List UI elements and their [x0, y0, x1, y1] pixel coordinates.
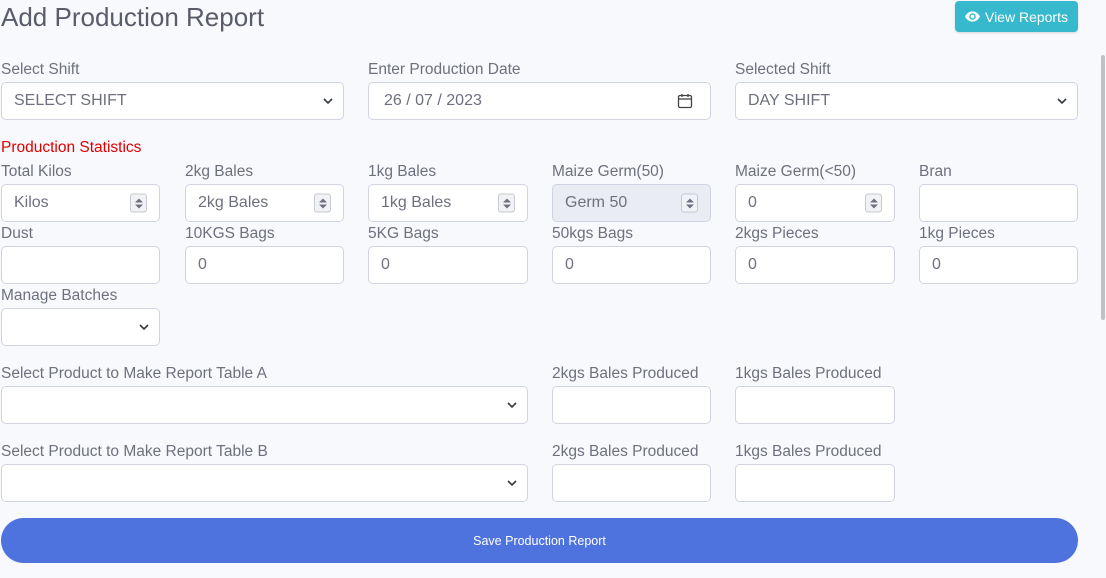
bags-5kg-label: 5KG Bags: [368, 225, 439, 242]
bags-50kg-input[interactable]: 0: [552, 246, 711, 284]
chevron-down-icon: [139, 324, 149, 331]
bags-5kg-input[interactable]: 0: [368, 246, 528, 284]
number-spinner-icon[interactable]: [498, 193, 515, 213]
manage-batches-label: Manage Batches: [1, 287, 118, 304]
maize-germ-50-label: Maize Germ(50): [552, 163, 664, 180]
select-shift-value: SELECT SHIFT: [14, 92, 127, 109]
table-a-product-label: Select Product to Make Report Table A: [1, 365, 267, 382]
chevron-down-icon: [507, 402, 517, 409]
chevron-down-icon: [507, 480, 517, 487]
table-b-2kgs-bales-label: 2kgs Bales Produced: [552, 443, 699, 460]
bran-label: Bran: [919, 163, 952, 180]
maize-germ-lt50-label: Maize Germ(<50): [735, 163, 857, 180]
bales-2kg-input[interactable]: 2kg Bales: [185, 184, 344, 222]
bales-2kg-placeholder: 2kg Bales: [198, 194, 269, 211]
total-kilos-label: Total Kilos: [1, 163, 72, 180]
selected-shift-dropdown[interactable]: DAY SHIFT: [735, 82, 1078, 120]
dust-input[interactable]: [1, 246, 160, 284]
number-spinner-icon[interactable]: [865, 193, 882, 213]
number-spinner-icon[interactable]: [130, 193, 147, 213]
pieces-2kg-input[interactable]: 0: [735, 246, 895, 284]
number-spinner-icon[interactable]: [314, 193, 331, 213]
bags-50kg-value: 0: [565, 256, 574, 273]
maize-germ-50-input[interactable]: Germ 50: [552, 184, 711, 222]
bran-input[interactable]: [919, 184, 1078, 222]
select-shift-label: Select Shift: [1, 61, 80, 78]
table-b-1kgs-bales-label: 1kgs Bales Produced: [735, 443, 882, 460]
table-b-1kgs-bales-input[interactable]: [735, 464, 895, 502]
bales-1kg-placeholder: 1kg Bales: [381, 194, 452, 211]
calendar-icon[interactable]: [677, 93, 693, 109]
table-b-product-dropdown[interactable]: [1, 464, 528, 502]
save-production-report-label: Save Production Report: [473, 533, 606, 548]
view-reports-label: View Reports: [984, 8, 1068, 25]
dust-label: Dust: [1, 225, 33, 242]
total-kilos-placeholder: Kilos: [14, 194, 49, 211]
bags-50kg-label: 50kgs Bags: [552, 225, 633, 242]
bags-10kg-label: 10KGS Bags: [185, 225, 275, 242]
table-a-product-dropdown[interactable]: [1, 386, 528, 424]
production-date-value: 26 / 07 / 2023: [384, 92, 482, 109]
manage-batches-dropdown[interactable]: [1, 308, 160, 346]
pieces-2kg-value: 0: [748, 256, 757, 273]
table-a-1kgs-bales-label: 1kgs Bales Produced: [735, 365, 882, 382]
page-title: Add Production Report: [1, 2, 265, 32]
production-date-label: Enter Production Date: [368, 61, 521, 78]
production-statistics-heading: Production Statistics: [1, 139, 142, 156]
bags-10kg-input[interactable]: 0: [185, 246, 344, 284]
number-spinner-icon[interactable]: [681, 193, 698, 213]
bags-5kg-value: 0: [381, 256, 390, 273]
production-date-input[interactable]: 26 / 07 / 2023: [368, 82, 711, 120]
table-b-2kgs-bales-input[interactable]: [552, 464, 711, 502]
bags-10kg-value: 0: [198, 256, 207, 273]
select-shift-dropdown[interactable]: SELECT SHIFT: [1, 82, 344, 120]
view-reports-button[interactable]: View Reports: [955, 1, 1078, 32]
table-a-2kgs-bales-input[interactable]: [552, 386, 711, 424]
maize-germ-50-placeholder: Germ 50: [565, 194, 628, 211]
table-b-product-label: Select Product to Make Report Table B: [1, 443, 268, 460]
pieces-1kg-value: 0: [932, 256, 941, 273]
table-a-1kgs-bales-input[interactable]: [735, 386, 895, 424]
pieces-2kg-label: 2kgs Pieces: [735, 225, 819, 242]
maize-germ-lt50-value: 0: [748, 194, 757, 211]
bales-1kg-input[interactable]: 1kg Bales: [368, 184, 528, 222]
total-kilos-input[interactable]: Kilos: [1, 184, 160, 222]
table-a-2kgs-bales-label: 2kgs Bales Produced: [552, 365, 699, 382]
save-production-report-button[interactable]: Save Production Report: [1, 518, 1078, 563]
pieces-1kg-label: 1kg Pieces: [919, 225, 995, 242]
bales-2kg-label: 2kg Bales: [185, 163, 254, 180]
selected-shift-label: Selected Shift: [735, 61, 831, 78]
eye-icon: [964, 11, 980, 22]
vertical-scrollbar[interactable]: [1101, 55, 1105, 320]
chevron-down-icon: [323, 98, 333, 105]
chevron-down-icon: [1057, 98, 1067, 105]
selected-shift-value: DAY SHIFT: [748, 92, 831, 109]
bales-1kg-label: 1kg Bales: [368, 163, 437, 180]
pieces-1kg-input[interactable]: 0: [919, 246, 1078, 284]
maize-germ-lt50-input[interactable]: 0: [735, 184, 895, 222]
